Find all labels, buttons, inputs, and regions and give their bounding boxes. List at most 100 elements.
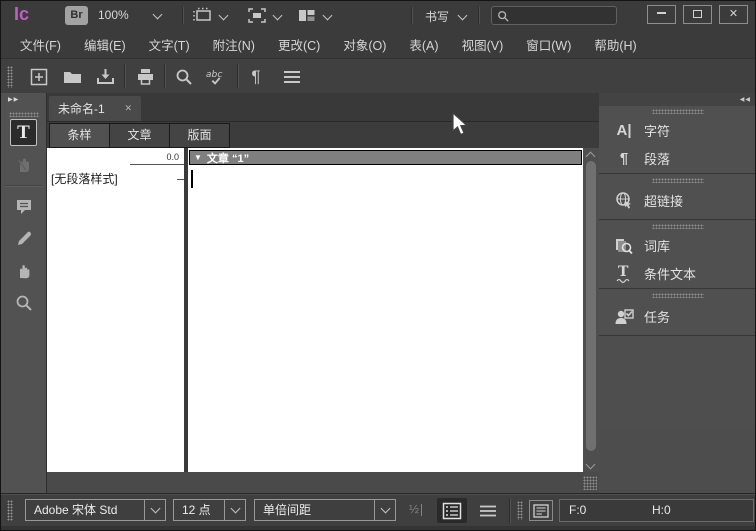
panel-hyperlinks[interactable]: 超链接 <box>599 187 755 214</box>
depth-ruler-value: 0.0 <box>166 152 179 162</box>
incopy-logo: Ic <box>14 4 30 24</box>
tab-galley[interactable]: 条样 <box>49 123 110 148</box>
document-tabstrip: 未命名-1 ✕ <box>47 93 599 121</box>
chevron-down-icon[interactable] <box>457 10 468 21</box>
close-tab-icon[interactable]: ✕ <box>124 103 132 114</box>
titlebar: Ic Br 100% 书写 ✕ <box>1 1 755 30</box>
workspace-switcher[interactable]: 书写 <box>425 8 449 25</box>
zoom-tool[interactable] <box>10 289 37 316</box>
spellcheck-icon[interactable]: abc <box>205 66 227 88</box>
panel-conditional-text[interactable]: T 条件文本 <box>599 260 755 287</box>
arrange-documents-icon[interactable] <box>297 7 317 24</box>
print-icon[interactable] <box>134 66 156 88</box>
story-text-area[interactable]: ▼ 文章 “1” <box>188 148 583 472</box>
info-column-toggle[interactable] <box>437 498 467 523</box>
open-folder-icon[interactable] <box>61 66 83 88</box>
panel-paragraph[interactable]: ¶ 段落 <box>599 145 755 172</box>
position-tool[interactable] <box>10 151 37 178</box>
chevron-down-icon[interactable] <box>218 10 229 21</box>
dock-group-reference: 词库 T 条件文本 <box>599 221 755 289</box>
panel-character[interactable]: A| 字符 <box>599 117 755 144</box>
vertical-scrollbar[interactable] <box>583 148 599 472</box>
panel-drag-handle[interactable] <box>652 178 704 183</box>
font-family-dropdown[interactable]: Adobe 宋体 Std <box>25 499 166 521</box>
menu-notes[interactable]: 附注(N) <box>204 31 264 58</box>
bar-menu-icon[interactable] <box>479 505 497 517</box>
window-bottom-edge <box>1 526 755 530</box>
chevron-down-icon[interactable] <box>224 500 245 520</box>
tab-layout[interactable]: 版面 <box>169 123 230 148</box>
text-display-icon[interactable] <box>281 66 303 88</box>
maximize-button[interactable] <box>683 5 712 24</box>
find-icon[interactable] <box>173 66 195 88</box>
screen-mode-icon[interactable] <box>247 7 267 24</box>
menu-type[interactable]: 文字(T) <box>140 31 199 58</box>
type-tool[interactable]: T <box>10 119 37 146</box>
minimize-button[interactable] <box>647 5 676 24</box>
chevron-down-icon[interactable] <box>272 10 283 21</box>
panel-thesaurus[interactable]: 词库 <box>599 232 755 259</box>
menu-edit[interactable]: 编辑(E) <box>75 31 135 58</box>
menu-table[interactable]: 表(A) <box>400 31 447 58</box>
panel-drag-handle[interactable] <box>652 293 704 298</box>
panel-drag-handle[interactable] <box>652 109 704 114</box>
menubar: 文件(F) 编辑(E) 文字(T) 附注(N) 更改(C) 对象(O) 表(A)… <box>1 30 755 58</box>
document-bottom-strip <box>47 472 599 493</box>
scroll-down-icon[interactable] <box>585 459 596 470</box>
chevron-down-icon[interactable] <box>144 500 165 520</box>
expand-panel-icon[interactable]: ▶▶ <box>8 96 19 103</box>
scrollbar-thumb[interactable] <box>586 161 596 451</box>
view-options-icon[interactable] <box>191 7 213 24</box>
chevron-down-icon[interactable] <box>374 500 395 520</box>
copyfit-frame-button[interactable] <box>529 500 553 521</box>
tab-story[interactable]: 文章 <box>109 123 170 148</box>
font-size-dropdown[interactable]: 12 点 <box>173 499 246 521</box>
search-box[interactable] <box>491 6 617 25</box>
copyfit-drag-handle[interactable] <box>517 501 523 520</box>
chevron-down-icon[interactable] <box>152 9 163 20</box>
resize-grip[interactable] <box>583 476 597 490</box>
minimize-icon <box>657 12 666 14</box>
story-header-bar[interactable]: ▼ 文章 “1” <box>189 150 582 165</box>
document-tab[interactable]: 未命名-1 ✕ <box>49 96 141 121</box>
divider <box>5 185 42 186</box>
incopy-window: Ic Br 100% 书写 ✕ 文件(F) 编辑(E) 文字(T) 附注(N) … <box>0 0 756 531</box>
divider <box>509 498 510 523</box>
panel-label: 词库 <box>644 239 671 254</box>
toolbar-drag-handle[interactable] <box>7 66 13 88</box>
menu-changes[interactable]: 更改(C) <box>269 31 329 58</box>
character-panel-icon: A| <box>616 122 632 139</box>
leading-dropdown[interactable]: 单倍间距 <box>254 499 396 521</box>
divider <box>182 7 183 24</box>
menu-window[interactable]: 窗口(W) <box>517 31 580 58</box>
save-icon[interactable] <box>94 66 116 88</box>
menu-object[interactable]: 对象(O) <box>334 31 395 58</box>
text-caret <box>191 170 193 188</box>
search-input[interactable] <box>509 9 609 22</box>
bridge-button[interactable]: Br <box>65 6 88 25</box>
tools-drag-handle[interactable] <box>9 112 39 117</box>
new-document-icon[interactable] <box>28 66 50 88</box>
menu-view[interactable]: 视图(V) <box>453 31 513 58</box>
control-bottom-bar: Adobe 宋体 Std 12 点 单倍间距 ½ F:0 H:0 <box>1 493 755 526</box>
panel-drag-handle[interactable] <box>652 224 704 229</box>
bar-drag-handle[interactable] <box>7 500 13 521</box>
close-button[interactable]: ✕ <box>719 5 748 24</box>
svg-text:T: T <box>618 264 629 280</box>
menu-help[interactable]: 帮助(H) <box>585 31 645 58</box>
note-tool[interactable] <box>10 193 37 220</box>
line-numbers-icon[interactable]: ½ <box>409 502 423 516</box>
chevron-down-icon[interactable] <box>322 10 333 21</box>
hand-tool[interactable] <box>10 257 37 284</box>
zoom-level-dropdown[interactable]: 100% <box>98 8 129 22</box>
show-hidden-characters-icon[interactable]: ¶ <box>245 66 267 88</box>
eyedropper-tool[interactable] <box>10 225 37 252</box>
panel-assignments[interactable]: 任务 <box>599 303 755 330</box>
menu-file[interactable]: 文件(F) <box>11 31 70 58</box>
collapse-story-icon[interactable]: ▼ <box>194 153 202 162</box>
search-icon <box>498 10 509 22</box>
collapse-dock-icon[interactable]: ◀◀ <box>740 96 751 103</box>
conditional-text-panel-icon: T <box>612 263 636 285</box>
divider <box>411 7 412 24</box>
scroll-up-icon[interactable] <box>585 151 596 162</box>
